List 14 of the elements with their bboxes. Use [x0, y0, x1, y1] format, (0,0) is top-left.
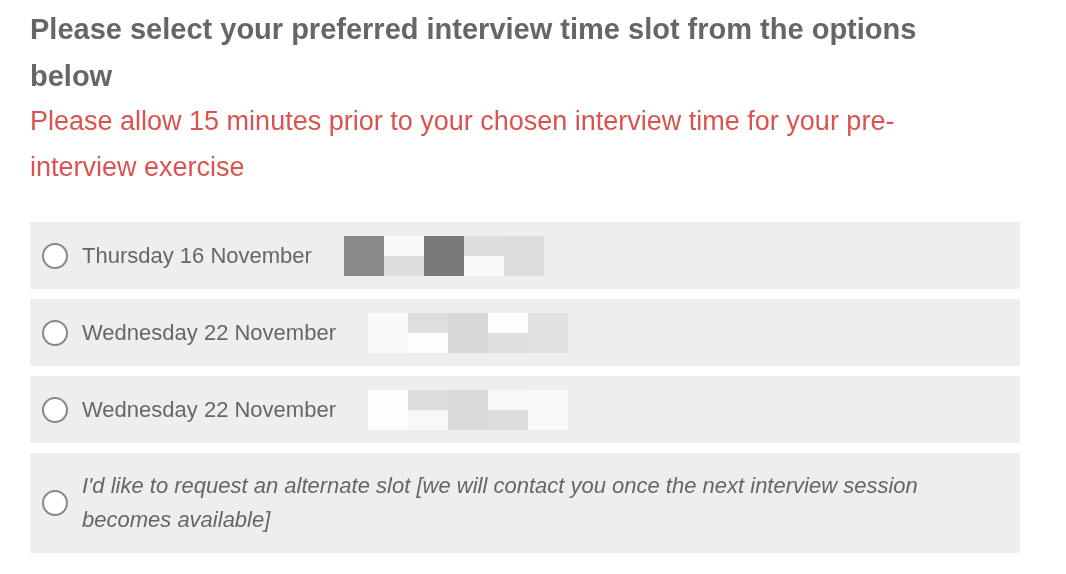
time-slot-option[interactable]: Wednesday 22 November: [30, 376, 1020, 443]
time-slot-option[interactable]: Thursday 16 November: [30, 222, 1020, 289]
radio-button[interactable]: [42, 396, 68, 423]
exercise-note: Please allow 15 minutes prior to your chosen interview time for your pre-interview exercise: [30, 105, 896, 184]
time-slot-option[interactable]: Wednesday 22 November: [30, 299, 1020, 366]
option-label: Wednesday 22 November: [82, 319, 336, 347]
option-label: I'd like to request an alternate slot [we will contact you once the next interview session becomes available]: [82, 472, 919, 534]
radio-button[interactable]: [42, 490, 68, 516]
option-label: Thursday 16 November: [82, 242, 312, 270]
option-label: Wednesday 22 November: [82, 396, 336, 424]
question-heading: Please select your preferred interview time slot from the options below: [30, 12, 918, 94]
time-slot-option[interactable]: I'd like to request an alternate slot [we will contact you once the next interview session becomes available]: [30, 453, 1020, 553]
radio-button[interactable]: [42, 242, 68, 269]
radio-button[interactable]: [42, 319, 68, 346]
